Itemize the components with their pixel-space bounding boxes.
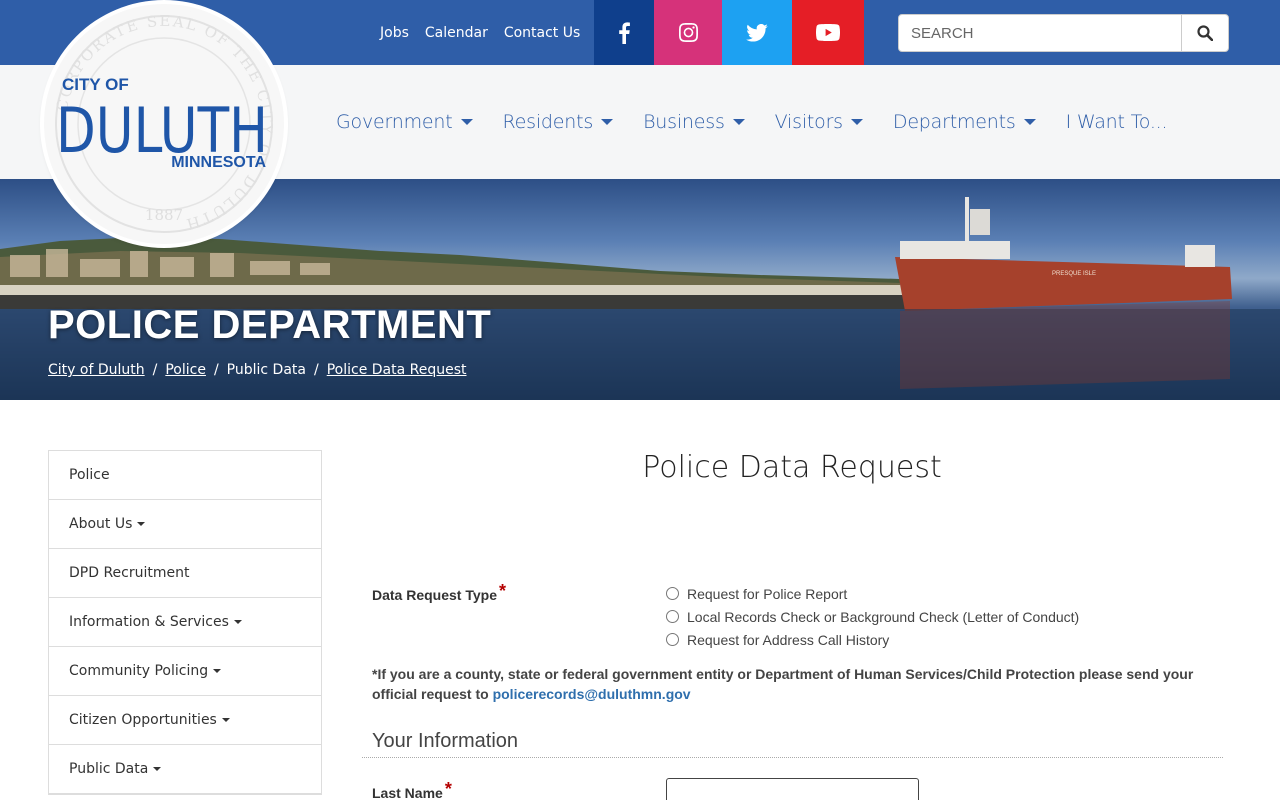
- request-type-options: Request for Police Report Local Records …: [666, 582, 1079, 651]
- radio-button[interactable]: [666, 587, 679, 600]
- radio-button[interactable]: [666, 633, 679, 646]
- nav-residents[interactable]: Residents: [503, 111, 614, 133]
- svg-text:MINNESOTA: MINNESOTA: [171, 154, 266, 171]
- twitter-button[interactable]: [722, 0, 792, 65]
- breadcrumb-separator: /: [313, 362, 319, 378]
- search-box: [898, 14, 1229, 52]
- city-logo[interactable]: CORPORATE SEAL OF THE CITY OF DULUTH 188…: [44, 4, 284, 244]
- chevron-down-icon: [460, 119, 473, 125]
- nav-label: Business: [643, 111, 725, 133]
- svg-text:1887: 1887: [145, 206, 183, 224]
- chevron-down-icon: [213, 669, 222, 673]
- request-type-label: Data Request Type *: [372, 581, 507, 605]
- chevron-down-icon: [221, 718, 230, 722]
- breadcrumb-police[interactable]: Police: [165, 362, 206, 378]
- breadcrumb-separator: /: [152, 362, 158, 378]
- sidebar-item-label: Information & Services: [69, 614, 229, 630]
- nav-visitors[interactable]: Visitors: [775, 111, 863, 133]
- breadcrumb-public-data: Public Data: [226, 362, 306, 378]
- sidebar-item-label: Police: [69, 467, 110, 483]
- youtube-icon: [816, 24, 840, 41]
- breadcrumb-separator: /: [213, 362, 219, 378]
- nav-departments[interactable]: Departments: [893, 111, 1036, 133]
- sidebar-item-label: Citizen Opportunities: [69, 712, 217, 728]
- svg-text:PRESQUE ISLE: PRESQUE ISLE: [1052, 271, 1096, 277]
- government-request-note: *If you are a county, state or federal g…: [372, 664, 1222, 704]
- nav-label: Government: [336, 111, 453, 133]
- sidebar-item-label: Public Data: [69, 761, 149, 777]
- youtube-button[interactable]: [792, 0, 864, 65]
- last-name-input[interactable]: [666, 778, 919, 800]
- sidebar-item-public-data[interactable]: Public Data: [49, 745, 321, 794]
- nav-label: Residents: [502, 111, 594, 133]
- breadcrumb-city-of-duluth[interactable]: City of Duluth: [48, 362, 145, 378]
- utility-links: Jobs Calendar Contact Us: [372, 0, 588, 65]
- sidebar-item-dpd-recruitment[interactable]: DPD Recruitment: [49, 549, 321, 598]
- main-nav: Government Residents Business Visitors D…: [336, 65, 1197, 179]
- chevron-down-icon: [137, 522, 146, 526]
- chevron-down-icon: [732, 119, 745, 125]
- chevron-down-icon: [601, 119, 614, 125]
- chevron-down-icon: [1023, 119, 1036, 125]
- page-heading: POLICE DEPARTMENT: [48, 303, 492, 347]
- sidebar-item-police[interactable]: Police: [49, 451, 321, 500]
- option-police-report[interactable]: Request for Police Report: [666, 582, 1079, 605]
- facebook-button[interactable]: [594, 0, 654, 65]
- required-marker: *: [444, 779, 452, 799]
- facebook-icon: [619, 21, 630, 44]
- sidebar-item-community-policing[interactable]: Community Policing: [49, 647, 321, 696]
- option-address-call-history[interactable]: Request for Address Call History: [666, 628, 1079, 651]
- sidebar-item-about-us[interactable]: About Us: [49, 500, 321, 549]
- city-seal-graphic: CORPORATE SEAL OF THE CITY OF DULUTH 188…: [48, 8, 280, 240]
- nav-label: Visitors: [774, 111, 843, 133]
- calendar-link[interactable]: Calendar: [425, 25, 488, 41]
- sidebar-item-label: About Us: [69, 516, 133, 532]
- option-label: Local Records Check or Background Check …: [687, 608, 1080, 625]
- breadcrumb: City of Duluth / Police / Public Data / …: [48, 362, 467, 378]
- search-icon: [1197, 25, 1213, 41]
- svg-text:CITY OF: CITY OF: [62, 75, 129, 94]
- nav-government[interactable]: Government: [336, 111, 473, 133]
- nav-label: I Want To...: [1065, 111, 1168, 133]
- nav-i-want-to[interactable]: I Want To...: [1066, 111, 1168, 133]
- instagram-icon: [678, 23, 698, 42]
- sidebar-item-citizen-opportunities[interactable]: Citizen Opportunities: [49, 696, 321, 745]
- your-information-heading: Your Information: [362, 730, 1223, 758]
- last-name-label: Last Name *: [372, 779, 452, 800]
- sidebar-item-label: DPD Recruitment: [69, 565, 190, 581]
- form-title: Police Data Request: [642, 450, 942, 485]
- sidebar-item-information-services[interactable]: Information & Services: [49, 598, 321, 647]
- section-sidebar: Police About Us DPD Recruitment Informat…: [48, 450, 322, 795]
- breadcrumb-police-data-request[interactable]: Police Data Request: [327, 362, 467, 378]
- chevron-down-icon: [153, 767, 162, 771]
- option-label: Request for Police Report: [687, 585, 848, 602]
- nav-business[interactable]: Business: [643, 111, 745, 133]
- nav-label: Departments: [892, 111, 1016, 133]
- jobs-link[interactable]: Jobs: [380, 25, 409, 41]
- chevron-down-icon: [233, 620, 242, 624]
- instagram-button[interactable]: [654, 0, 722, 65]
- police-records-email-link[interactable]: policerecords@duluthmn.gov: [493, 686, 691, 702]
- option-background-check[interactable]: Local Records Check or Background Check …: [666, 605, 1079, 628]
- search-button[interactable]: [1181, 15, 1228, 51]
- search-input[interactable]: [899, 15, 1181, 51]
- chevron-down-icon: [850, 119, 863, 125]
- option-label: Request for Address Call History: [687, 631, 890, 648]
- last-name-label-text: Last Name: [372, 785, 443, 800]
- request-type-label-text: Data Request Type: [372, 587, 497, 603]
- contact-us-link[interactable]: Contact Us: [504, 25, 580, 41]
- sidebar-item-label: Community Policing: [69, 663, 209, 679]
- twitter-icon: [746, 23, 768, 42]
- radio-button[interactable]: [666, 610, 679, 623]
- required-marker: *: [499, 581, 507, 601]
